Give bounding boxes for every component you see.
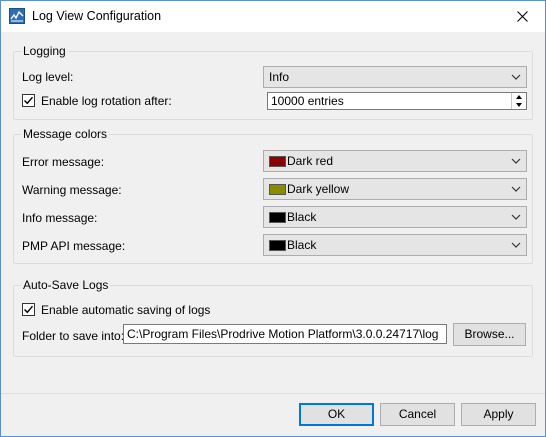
log-level-value: Info bbox=[269, 70, 290, 84]
warning-message-label: Warning message: bbox=[22, 183, 122, 197]
log-rotation-spinbox[interactable]: 10000 entries bbox=[267, 92, 527, 110]
chevron-down-icon bbox=[511, 214, 521, 220]
color-swatch bbox=[269, 212, 286, 223]
title-bar: Log View Configuration bbox=[1, 1, 545, 32]
checkmark-icon bbox=[24, 305, 34, 314]
ok-button[interactable]: OK bbox=[299, 403, 374, 426]
color-swatch bbox=[269, 184, 286, 195]
error-message-color-select[interactable]: Dark red bbox=[263, 150, 527, 172]
chevron-down-icon bbox=[511, 158, 521, 164]
color-swatch bbox=[269, 240, 286, 251]
log-level-select[interactable]: Info bbox=[263, 66, 527, 88]
chevron-down-icon bbox=[511, 242, 521, 248]
chevron-down-icon bbox=[511, 74, 521, 80]
folder-label: Folder to save into: bbox=[22, 329, 125, 343]
close-icon bbox=[516, 11, 528, 22]
dialog-window: Log View Configuration Logging Log level… bbox=[0, 0, 546, 437]
spin-buttons[interactable] bbox=[511, 93, 526, 109]
auto-save-group: Auto-Save Logs bbox=[13, 278, 533, 357]
auto-save-checkbox[interactable] bbox=[22, 303, 35, 316]
info-message-color-value: Black bbox=[287, 210, 317, 224]
color-swatch bbox=[269, 156, 286, 167]
auto-save-label: Enable automatic saving of logs bbox=[41, 303, 211, 317]
folder-path-value: C:\Program Files\Prodrive Motion Platfor… bbox=[127, 327, 439, 341]
pmp-api-message-color-value: Black bbox=[287, 238, 317, 252]
browse-button[interactable]: Browse... bbox=[453, 323, 526, 346]
info-message-color-select[interactable]: Black bbox=[263, 206, 527, 228]
message-colors-group-title: Message colors bbox=[21, 127, 110, 141]
warning-message-color-select[interactable]: Dark yellow bbox=[263, 178, 527, 200]
pmp-api-message-color-select[interactable]: Black bbox=[263, 234, 527, 256]
checkmark-icon bbox=[24, 96, 34, 105]
window-title: Log View Configuration bbox=[32, 9, 162, 23]
log-rotation-label: Enable log rotation after: bbox=[41, 94, 172, 108]
cancel-button[interactable]: Cancel bbox=[380, 403, 455, 426]
logging-group-title: Logging bbox=[21, 44, 68, 58]
error-message-label: Error message: bbox=[22, 155, 105, 169]
warning-message-color-value: Dark yellow bbox=[287, 182, 350, 196]
close-button[interactable] bbox=[499, 1, 545, 32]
apply-button[interactable]: Apply bbox=[461, 403, 536, 426]
chevron-down-icon bbox=[511, 186, 521, 192]
spin-down-icon[interactable] bbox=[512, 101, 526, 109]
error-message-color-value: Dark red bbox=[287, 154, 334, 168]
pmp-api-message-label: PMP API message: bbox=[22, 239, 126, 253]
folder-path-input[interactable]: C:\Program Files\Prodrive Motion Platfor… bbox=[123, 324, 447, 344]
log-view-app-icon bbox=[9, 8, 25, 24]
auto-save-group-title: Auto-Save Logs bbox=[21, 278, 111, 292]
spin-up-icon[interactable] bbox=[512, 93, 526, 101]
log-level-label: Log level: bbox=[22, 70, 74, 84]
log-rotation-checkbox[interactable] bbox=[22, 94, 35, 107]
log-rotation-value: 10000 entries bbox=[271, 94, 344, 108]
info-message-label: Info message: bbox=[22, 211, 98, 225]
